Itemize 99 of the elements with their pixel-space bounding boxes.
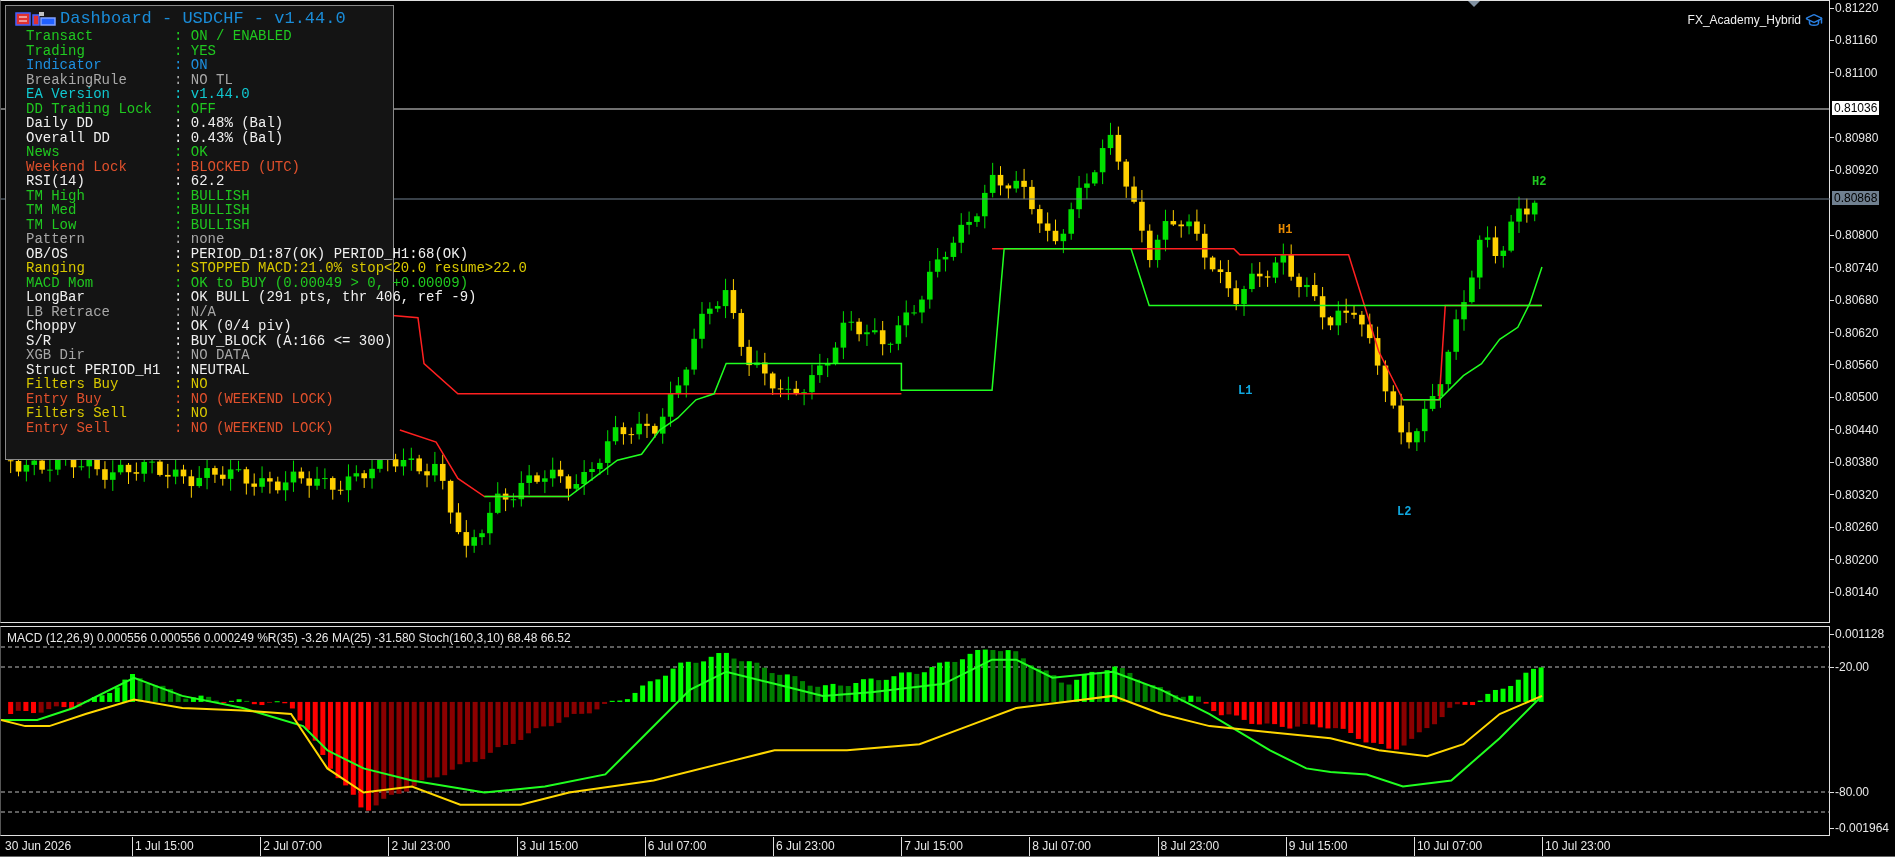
status-value: : none (174, 232, 225, 247)
dashboard-logo-icon (15, 11, 59, 27)
price-tick-label: 0.80800 (1834, 227, 1879, 244)
time-tick-label: 10 Jul 23:00 (1545, 839, 1611, 853)
price-tick-label: 0.80920 (1834, 162, 1879, 179)
status-value: : BULLISH (174, 217, 250, 232)
indicator-tick-label: -20.00 (1834, 659, 1870, 675)
status-label: TM Low (26, 217, 78, 232)
price-tick-label: 0.81100 (1834, 64, 1878, 81)
status-value: : OK (174, 145, 208, 160)
status-value: : ON (174, 58, 208, 73)
status-label: TM Med (26, 203, 77, 218)
status-value: : 0.43% (Bal) (174, 130, 284, 145)
price-tick-label: 0.80620 (1834, 324, 1879, 341)
status-label: EA Version (26, 87, 110, 102)
status-label: BreakingRule (26, 72, 128, 87)
time-tick-label: 7 Jul 15:00 (904, 839, 963, 853)
status-value: : 0.48% (Bal) (174, 116, 284, 131)
status-label: LongBar (26, 290, 86, 305)
price-tick-label: 0.80500 (1834, 389, 1879, 406)
status-value: : NEUTRAL (174, 362, 250, 377)
status-label: Transact (26, 29, 95, 44)
status-value: : YES (174, 43, 216, 58)
status-label: News (26, 145, 61, 160)
time-tick-label: 6 Jul 07:00 (647, 839, 707, 853)
time-tick-label: 10 Jul 07:00 (1416, 839, 1483, 853)
status-value: : ON / ENABLED (174, 29, 292, 44)
status-value: : NO (WEEKEND LOCK) (174, 420, 334, 435)
status-label: Indicator (26, 58, 103, 73)
swing-point-label: L1 (1238, 383, 1253, 400)
price-tick-label: 0.81220 (1834, 0, 1879, 16)
status-label: XGB Dir (26, 348, 86, 363)
time-tick-label: 2 Jul 07:00 (263, 839, 322, 853)
price-tick-label: 0.80980 (1834, 129, 1879, 146)
status-label: TM High (26, 188, 86, 203)
price-tick-label: 0.80260 (1834, 519, 1879, 536)
price-level-tag: 0.81036 (1832, 101, 1880, 115)
indicator-legend: MACD (12,26,9) 0.000556 0.000556 0.000249 %R(35) -3.26 MA(25) -31.580 Stoch(160,3,10) 68.48 66.52 (7, 629, 571, 647)
status-value: : NO (WEEKEND LOCK) (174, 391, 334, 406)
price-tick-label: 0.80680 (1834, 292, 1879, 309)
time-tick-label: 2 Jul 23:00 (391, 839, 451, 853)
status-label: Entry Buy (26, 391, 102, 406)
price-tick-label: 0.80200 (1834, 551, 1879, 568)
graduation-cap-icon (1805, 11, 1823, 29)
status-label: RSI(14) (26, 174, 86, 189)
time-tick-label: 3 Jul 15:00 (519, 839, 579, 853)
status-label: LB Retrace (26, 304, 111, 319)
time-tick-label: 9 Jul 15:00 (1288, 839, 1348, 853)
status-value: : N/A (174, 304, 216, 319)
price-tick-label: 0.80440 (1834, 421, 1879, 438)
status-label: Entry Sell (26, 420, 111, 435)
status-label: Struct PERIOD_H1 (26, 362, 162, 377)
status-value: : BULLISH (174, 188, 250, 203)
status-value: : 62.2 (174, 174, 225, 189)
status-label: Pattern (26, 232, 86, 247)
status-label: Weekend Lock (26, 159, 128, 174)
price-tick-label: 0.80320 (1834, 486, 1879, 503)
indicator-tick-label: 0.001128 (1834, 626, 1885, 642)
status-label: Filters Buy (26, 377, 120, 392)
swing-point-label: H1 (1278, 222, 1293, 239)
price-tick-label: 0.80380 (1834, 454, 1879, 471)
status-value: : NO DATA (174, 348, 250, 363)
time-tick-label: 30 Jun 2026 (5, 839, 72, 853)
status-label: OB/OS (26, 246, 68, 261)
status-label: S/R (26, 333, 52, 348)
price-level-tag: 0.80868 (1832, 191, 1880, 205)
status-value: : OFF (174, 101, 216, 116)
status-label: MACD Mom (26, 275, 95, 290)
status-label: Ranging (26, 261, 86, 276)
price-tick-label: 0.81160 (1834, 32, 1878, 49)
indicator-tick-label: -0.001964 (1834, 820, 1890, 836)
status-value: : NO (174, 377, 208, 392)
price-tick-label: 0.80740 (1834, 259, 1879, 276)
status-value: : NO TL (174, 72, 233, 87)
status-label: Filters Sell (26, 406, 128, 421)
status-label: DD Trading Lock (26, 101, 154, 116)
time-tick-label: 1 Jul 15:00 (135, 839, 194, 853)
time-tick-label: 8 Jul 07:00 (1032, 839, 1092, 853)
time-tick-label: 8 Jul 23:00 (1160, 839, 1220, 853)
status-value: : v1.44.0 (174, 87, 250, 102)
status-label: Daily DD (26, 116, 94, 131)
status-value: : NO (174, 406, 208, 421)
status-label: Overall DD (26, 130, 111, 145)
status-value: : BLOCKED (UTC) (174, 159, 301, 174)
status-value: : OK BULL (291 pts, thr 406, ref -9) (174, 290, 477, 305)
status-value: : BULLISH (174, 203, 250, 218)
status-value: : OK (0/4 piv) (174, 319, 292, 334)
status-value: : BUY_BLOCK (A:166 <= 300) (174, 333, 393, 348)
price-tick-label: 0.80140 (1834, 584, 1879, 601)
swing-point-label: H2 (1532, 174, 1547, 191)
status-label: Choppy (26, 319, 78, 334)
indicator-tick-label: -80.00 (1834, 784, 1870, 800)
time-tick-label: 6 Jul 23:00 (775, 839, 835, 853)
status-label: Trading (26, 43, 85, 58)
swing-point-label: L2 (1397, 504, 1412, 521)
expert-name: FX_Academy_Hybrid (1687, 12, 1801, 29)
dashboard-title: Dashboard - USDCHF - v1.44.0 (60, 9, 346, 29)
shift-marker-icon (1468, 1, 1480, 8)
price-tick-label: 0.80560 (1834, 356, 1879, 373)
